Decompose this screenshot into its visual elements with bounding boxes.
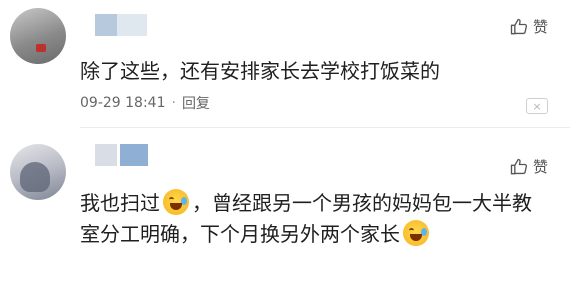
comment-text: 除了这些，还有安排家长去学校打饭菜的 xyxy=(80,59,440,83)
close-icon[interactable]: × xyxy=(526,98,548,114)
close-glyph: × xyxy=(532,99,542,113)
username-blurred[interactable] xyxy=(95,14,117,36)
like-label: 赞 xyxy=(532,158,548,176)
thumbs-up-icon xyxy=(510,158,528,174)
comment-item: 赞 除了这些，还有安排家长去学校打饭菜的 09-29 18:41 · 回复 × xyxy=(0,0,570,128)
username-blurred[interactable] xyxy=(95,144,117,166)
laughing-crying-emoji-icon xyxy=(403,220,429,246)
meta-separator: · xyxy=(171,95,176,111)
like-button[interactable]: 赞 xyxy=(509,16,548,37)
timestamp: 09-29 18:41 xyxy=(80,95,166,111)
like-label: 赞 xyxy=(532,18,548,36)
reply-link[interactable]: 回复 xyxy=(182,93,210,113)
avatar-detail xyxy=(20,162,50,192)
avatar[interactable] xyxy=(10,8,66,64)
avatar-detail xyxy=(36,44,46,52)
thumbs-up-icon xyxy=(510,18,528,34)
comment-text-part: 我也扫过 xyxy=(80,191,160,215)
comment-item: 赞 我也扫过 ，曾经跟另一个男孩的妈妈包一大半教室分工明确，下个月换另外两个家长 xyxy=(0,128,570,303)
username-blurred[interactable] xyxy=(120,144,148,166)
comment-meta: 09-29 18:41 · 回复 xyxy=(80,93,210,113)
avatar[interactable] xyxy=(10,144,66,200)
username-blurred[interactable] xyxy=(117,14,147,36)
like-button[interactable]: 赞 xyxy=(509,156,548,177)
laughing-crying-emoji-icon xyxy=(163,189,189,215)
comment-text: 我也扫过 ，曾经跟另一个男孩的妈妈包一大半教室分工明确，下个月换另外两个家长 xyxy=(80,188,550,250)
